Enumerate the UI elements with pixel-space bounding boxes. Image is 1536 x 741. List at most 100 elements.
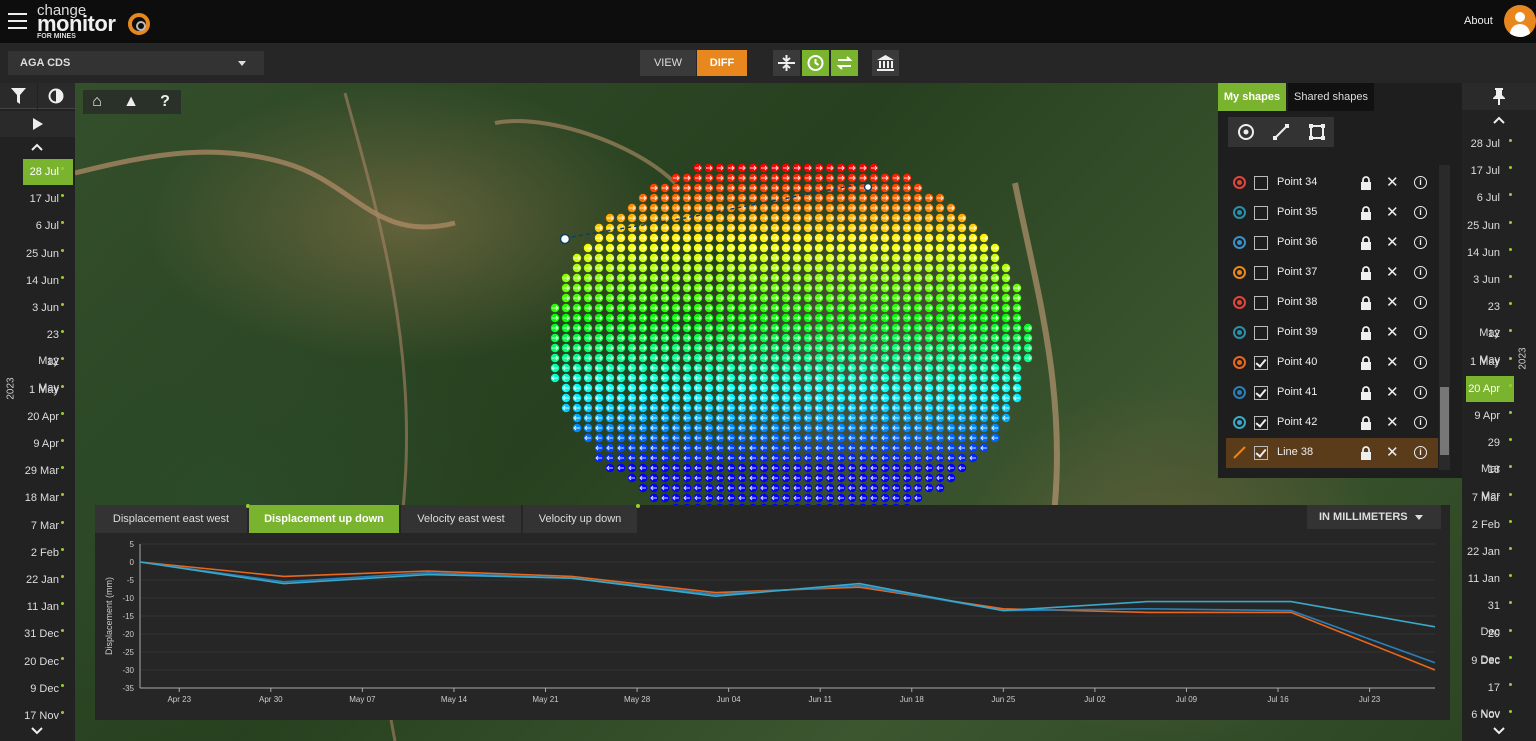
timeline-date[interactable]: 3 Jun (1466, 267, 1514, 293)
play-button[interactable] (0, 111, 75, 137)
lock-icon[interactable] (1360, 356, 1372, 370)
timeline-date[interactable]: 23 May (1466, 294, 1514, 339)
site-select[interactable]: AGA CDS (8, 51, 264, 75)
timeline-date[interactable]: 2 Feb (1466, 512, 1514, 538)
institution-button[interactable] (872, 50, 899, 76)
split-tool-button[interactable] (773, 50, 800, 76)
timeline-date[interactable]: 20 Apr (1466, 375, 1514, 402)
point-tool-icon[interactable] (1236, 122, 1256, 142)
timeline-date[interactable]: 29 Mar (1466, 430, 1514, 475)
chevron-up-icon[interactable] (1493, 116, 1505, 124)
timeline-date[interactable]: 11 Jan (23, 594, 73, 620)
timeline-date[interactable]: 12 May (23, 349, 73, 394)
timeline-date[interactable]: 20 Apr (23, 404, 73, 430)
close-icon[interactable]: ✕ (1386, 443, 1399, 461)
shape-item[interactable]: Point 35 ✕ i (1226, 198, 1438, 228)
timeline-date[interactable]: 31 Dec (1466, 593, 1514, 638)
tab-displacement-up-down[interactable]: Displacement up down (249, 505, 399, 533)
timeline-date[interactable]: 22 Jan (23, 567, 73, 593)
line-start-handle[interactable] (559, 233, 571, 245)
shape-item[interactable]: Point 42 ✕ i (1226, 408, 1438, 438)
north-arrow-icon[interactable]: ▲ (121, 93, 141, 111)
tab-shared-shapes[interactable]: Shared shapes (1288, 83, 1374, 111)
chevron-down-icon[interactable] (1493, 727, 1505, 735)
info-icon[interactable]: i (1414, 416, 1427, 429)
shape-item[interactable]: Point 36 ✕ i (1226, 228, 1438, 258)
scrollbar-thumb[interactable] (1440, 387, 1449, 455)
tab-displacement-east-west[interactable]: Displacement east west (95, 504, 250, 533)
timeline-date[interactable]: 3 Jun (23, 295, 73, 321)
close-icon[interactable]: ✕ (1386, 233, 1399, 251)
timeline-date[interactable]: 14 Jun (23, 268, 73, 294)
view-button[interactable]: VIEW (640, 50, 696, 76)
timeline-date[interactable]: 17 Jul (1466, 158, 1514, 184)
shape-item[interactable]: Point 34 ✕ i (1226, 168, 1438, 198)
diff-button[interactable]: DIFF (697, 50, 747, 76)
timeline-date[interactable]: 12 May (1466, 321, 1514, 366)
timeline-date[interactable]: 20 Dec (23, 649, 73, 675)
timeline-date[interactable]: 23 May (23, 322, 73, 367)
shape-checkbox[interactable] (1254, 416, 1268, 430)
user-avatar[interactable] (1504, 5, 1536, 37)
shape-item[interactable]: Point 38 ✕ i (1226, 288, 1438, 318)
info-icon[interactable]: i (1414, 296, 1427, 309)
timeline-date[interactable]: 7 Mar (1466, 485, 1514, 511)
close-icon[interactable]: ✕ (1386, 353, 1399, 371)
line-end-handle[interactable] (863, 182, 873, 192)
close-icon[interactable]: ✕ (1386, 293, 1399, 311)
chevron-up-icon[interactable] (31, 143, 43, 151)
info-icon[interactable]: i (1414, 176, 1427, 189)
timeline-date[interactable]: 31 Dec (23, 621, 73, 647)
lock-icon[interactable] (1360, 446, 1372, 460)
timeline-date[interactable]: 18 Mar (1466, 457, 1514, 502)
timeline-date[interactable]: 28 Jul (23, 159, 73, 185)
shape-checkbox[interactable] (1254, 236, 1268, 250)
timeline-date[interactable]: 17 Nov (1466, 675, 1514, 720)
lock-icon[interactable] (1360, 386, 1372, 400)
close-icon[interactable]: ✕ (1386, 383, 1399, 401)
pin-button[interactable] (1462, 83, 1536, 110)
timeline-date[interactable]: 9 Apr (23, 431, 73, 457)
close-icon[interactable]: ✕ (1386, 203, 1399, 221)
info-icon[interactable]: i (1414, 386, 1427, 399)
close-icon[interactable]: ✕ (1386, 263, 1399, 281)
shape-checkbox[interactable] (1254, 356, 1268, 370)
lock-icon[interactable] (1360, 296, 1372, 310)
contrast-button[interactable] (38, 83, 75, 109)
timeline-date[interactable]: 7 Mar (23, 513, 73, 539)
info-icon[interactable]: i (1414, 356, 1427, 369)
shape-item[interactable]: Line 38 ✕ i (1226, 438, 1438, 468)
filter-button[interactable] (0, 83, 37, 109)
home-icon[interactable]: ⌂ (87, 93, 107, 111)
shape-item[interactable]: Point 40 ✕ i (1226, 348, 1438, 378)
shape-item[interactable]: Point 37 ✕ i (1226, 258, 1438, 288)
lock-icon[interactable] (1360, 236, 1372, 250)
logo[interactable]: change monitor FOR MINES (37, 2, 157, 40)
shape-checkbox[interactable] (1254, 386, 1268, 400)
info-icon[interactable]: i (1414, 446, 1427, 459)
timeline-date[interactable]: 2 Feb (23, 540, 73, 566)
about-link[interactable]: About (1464, 15, 1493, 27)
lock-icon[interactable] (1360, 266, 1372, 280)
timeline-date[interactable]: 1 May (23, 377, 73, 403)
close-icon[interactable]: ✕ (1386, 413, 1399, 431)
info-icon[interactable]: i (1414, 236, 1427, 249)
lock-icon[interactable] (1360, 416, 1372, 430)
timeline-date[interactable]: 6 Nov (1466, 702, 1514, 728)
close-icon[interactable]: ✕ (1386, 323, 1399, 341)
timeline-date[interactable]: 29 Mar (23, 458, 73, 484)
timeline-date[interactable]: 17 Nov (23, 703, 73, 729)
timeline-date[interactable]: 9 Apr (1466, 403, 1514, 429)
lock-icon[interactable] (1360, 176, 1372, 190)
shape-item[interactable]: Point 41 ✕ i (1226, 378, 1438, 408)
timeline-date[interactable]: 9 Dec (1466, 648, 1514, 674)
timeline-date[interactable]: 25 Jun (1466, 213, 1514, 239)
timeline-date[interactable]: 14 Jun (1466, 240, 1514, 266)
timeline-date[interactable]: 25 Jun (23, 241, 73, 267)
displacement-chart[interactable]: 5 0 -5 -10 -15 -20 -25 -30 -35 Apr 23 Apr 30 May 07… (95, 535, 1450, 720)
timeline-date[interactable]: 22 Jan (1466, 539, 1514, 565)
shape-checkbox[interactable] (1254, 326, 1268, 340)
help-icon[interactable]: ? (155, 93, 175, 111)
shape-list-scrollbar[interactable] (1439, 165, 1450, 470)
close-icon[interactable]: ✕ (1386, 173, 1399, 191)
